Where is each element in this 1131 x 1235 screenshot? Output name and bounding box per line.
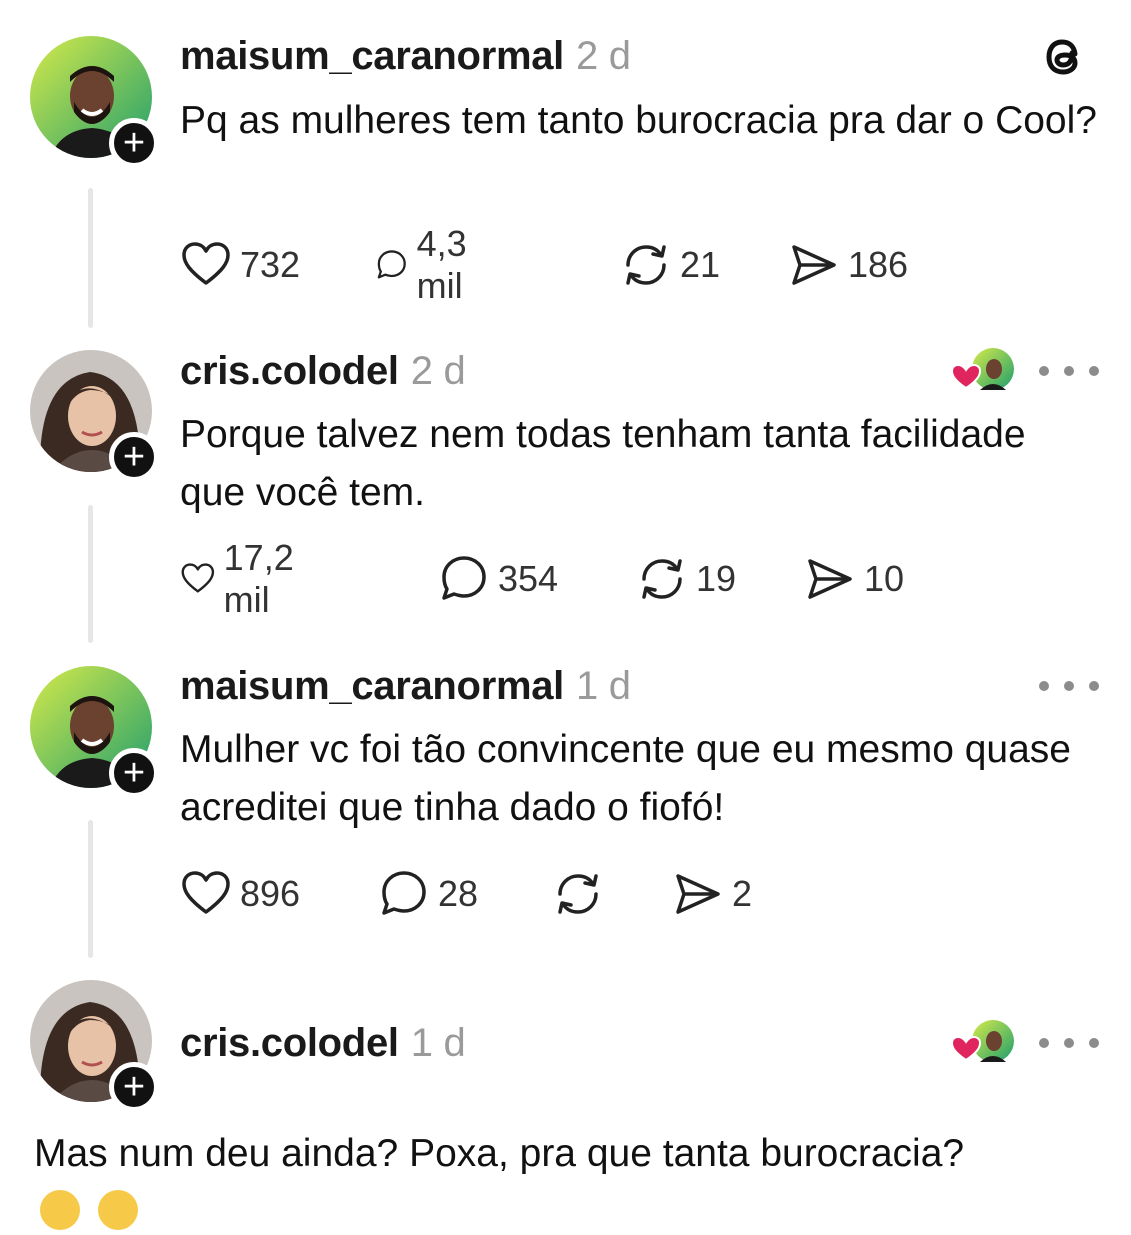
repost-count: 21 [680,244,721,285]
thread-line [88,505,93,643]
repost-icon [626,245,666,285]
post-text: Pq as mulheres tem tanto burocracia pra … [180,99,1097,142]
liked-by-author-badge [950,348,1014,390]
emoji-icon [98,1190,138,1230]
reply-count: 354 [498,558,559,599]
share-count: 2 [732,873,753,914]
more-dots-icon [1089,1038,1099,1048]
thread-line [88,820,93,958]
timestamp: 2 d [575,34,631,78]
repost-count: 19 [696,558,737,599]
reply-button[interactable]: 354 [438,549,558,609]
share-button[interactable]: 10 [804,549,904,609]
reply-button[interactable]: 28 [378,864,478,924]
more-dots-icon [1064,366,1074,376]
post-text: Mulher vc foi tão convincente que eu mes… [180,728,1072,829]
share-count: 186 [848,244,909,285]
share-button[interactable]: 2 [672,864,752,924]
send-icon [808,559,852,599]
more-options-button[interactable] [1039,1033,1099,1053]
more-dots-icon [1039,366,1049,376]
more-dots-icon [1089,366,1099,376]
more-options-button[interactable] [1039,676,1099,696]
repost-button[interactable]: 21 [620,235,720,295]
comment-icon [442,556,486,600]
username[interactable]: cris.colodel [180,1021,399,1065]
like-count: 17,2 mil [223,537,294,620]
share-button[interactable]: 186 [788,235,908,295]
more-dots-icon [1039,681,1049,691]
more-dots-icon [1064,681,1074,691]
heart-icon [182,242,230,285]
post-header: cris.colodel 2 d [180,349,466,394]
emoji-row [40,1190,156,1235]
username[interactable]: maisum_caranormal [180,664,564,708]
like-button[interactable]: 732 [180,235,300,295]
liked-by-author-badge [950,1020,1014,1062]
emoji-icon [40,1190,80,1230]
comment-icon [377,250,406,279]
thread-line [88,188,93,328]
more-dots-icon [1064,1038,1074,1048]
like-count: 732 [240,244,301,285]
username[interactable]: cris.colodel [180,349,399,393]
repost-icon [642,559,682,599]
repost-button[interactable]: 19 [636,549,736,609]
username[interactable]: maisum_caranormal [180,34,564,78]
follow-button[interactable]: + [109,118,159,168]
repost-button[interactable] [552,864,612,924]
like-button[interactable]: 17,2 mil [180,537,310,620]
more-dots-icon [1039,1038,1049,1048]
timestamp: 2 d [410,349,466,393]
more-dots-icon [1089,681,1099,691]
more-options-button[interactable] [1039,361,1099,381]
post-text: Porque talvez nem todas tenham tanta fac… [180,413,1026,514]
follow-button[interactable]: + [109,748,159,798]
heart-icon [182,871,230,914]
reply-button[interactable]: 4,3 mil [375,223,485,306]
reply-count: 4,3 mil [416,223,467,306]
timestamp: 1 d [575,664,631,708]
send-icon [792,245,836,285]
send-icon [676,874,720,914]
timestamp: 1 d [410,1021,466,1065]
like-button[interactable]: 896 [180,864,300,924]
post-header: cris.colodel 1 d [180,1021,466,1066]
post-header: maisum_caranormal 1 d [180,664,631,709]
heart-icon [181,563,215,593]
post-header: maisum_caranormal 2 d [180,34,631,79]
like-count: 896 [240,873,301,914]
threads-logo-icon[interactable] [1036,30,1090,84]
comment-icon [382,871,426,915]
repost-icon [558,874,598,914]
follow-button[interactable]: + [109,1062,159,1112]
follow-button[interactable]: + [109,432,159,482]
share-count: 10 [864,558,905,599]
post-text: Mas num deu ainda? Poxa, pra que tanta b… [34,1132,965,1175]
reply-count: 28 [438,873,479,914]
